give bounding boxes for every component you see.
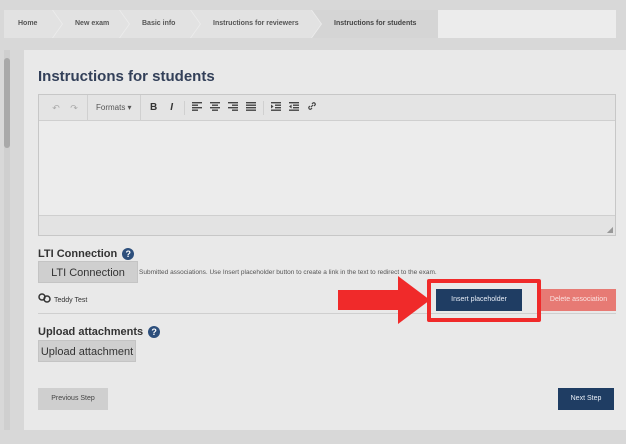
link-icon[interactable] — [303, 95, 321, 121]
toolbar-divider — [183, 100, 185, 115]
italic-button[interactable]: I — [163, 95, 181, 121]
page-title: Instructions for students — [38, 68, 215, 85]
instructions-editor: ↶ ↷ Formats ▾ B I ◢ — [38, 94, 616, 236]
link-chain-icon — [38, 293, 51, 306]
editor-toolbar: ↶ ↷ Formats ▾ B I — [39, 94, 615, 121]
help-icon[interactable]: ? — [148, 326, 161, 338]
align-center-icon[interactable] — [206, 95, 224, 121]
undo-icon[interactable]: ↶ — [47, 95, 65, 121]
next-step-button[interactable]: Next Step — [558, 388, 614, 410]
help-icon[interactable]: ? — [122, 248, 135, 260]
breadcrumb-instructions-students[interactable]: Instructions for students — [312, 10, 438, 38]
scrollbar-thumb[interactable] — [4, 58, 10, 148]
redo-icon[interactable]: ↷ — [65, 95, 83, 121]
resize-handle-icon[interactable]: ◢ — [607, 225, 613, 234]
delete-association-button[interactable]: Delete association — [541, 289, 616, 311]
main-card: Instructions for students ↶ ↷ Formats ▾ … — [24, 50, 626, 430]
indent-icon[interactable] — [285, 95, 303, 121]
lti-title-label: LTI Connection — [38, 248, 118, 260]
breadcrumb-basic-info[interactable]: Basic info — [120, 10, 200, 38]
bold-button[interactable]: B — [145, 95, 163, 121]
editor-statusbar: ◢ — [39, 215, 615, 235]
previous-step-button[interactable]: Previous Step — [38, 388, 108, 410]
align-right-icon[interactable] — [224, 95, 242, 121]
annotation-highlight-box — [427, 279, 541, 322]
formats-dropdown[interactable]: Formats ▾ — [87, 94, 141, 121]
breadcrumb: Home New exam Basic info Instructions fo… — [4, 10, 616, 38]
toolbar-divider — [262, 100, 264, 115]
breadcrumb-new-exam[interactable]: New exam — [53, 10, 129, 38]
align-left-icon[interactable] — [188, 95, 206, 121]
breadcrumb-instructions-reviewers[interactable]: Instructions for reviewers — [191, 10, 321, 38]
align-justify-icon[interactable] — [242, 95, 260, 121]
annotation-arrow-icon — [338, 276, 430, 329]
breadcrumb-home[interactable]: Home — [4, 10, 62, 38]
outdent-icon[interactable] — [267, 95, 285, 121]
upload-title-label: Upload attachments — [38, 326, 144, 338]
lti-connection-button[interactable]: LTI Connection — [38, 261, 138, 283]
lti-section-title: LTI Connection ? — [38, 248, 135, 260]
upload-section-title: Upload attachments ? — [38, 326, 161, 338]
upload-attachment-button[interactable]: Upload attachment — [38, 340, 136, 362]
page-scrollbar[interactable] — [4, 50, 10, 430]
association-name: Teddy Test — [54, 297, 88, 304]
lti-note-text: Submitted associations. Use Insert place… — [139, 269, 437, 276]
editor-text-area[interactable] — [39, 121, 615, 215]
